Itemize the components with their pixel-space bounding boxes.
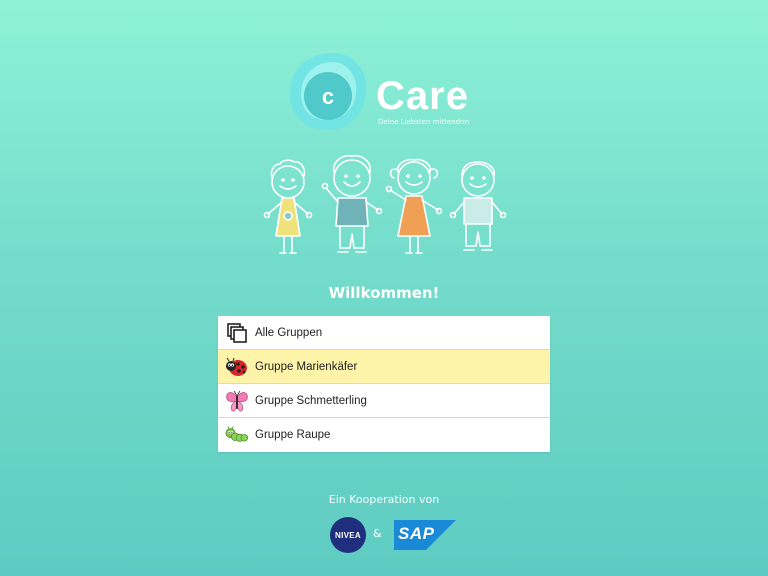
ampersand: & bbox=[373, 527, 382, 540]
group-label: Gruppe Marienkäfer bbox=[255, 360, 358, 373]
cooperation-text: Ein Kooperation von bbox=[328, 493, 440, 506]
ladybug-icon bbox=[225, 355, 249, 379]
group-item-raupe[interactable]: Gruppe Raupe bbox=[218, 418, 550, 452]
group-item-schmetterling[interactable]: Gruppe Schmetterling bbox=[218, 384, 550, 418]
app-tagline: Deine Liebsten mittendrin bbox=[378, 118, 470, 126]
group-label: Alle Gruppen bbox=[255, 326, 323, 339]
nivea-logo: NIVEA bbox=[330, 517, 366, 553]
boy-light-shirt-icon bbox=[449, 161, 507, 251]
boy-teal-shirt-icon bbox=[321, 154, 383, 253]
stack-icon bbox=[225, 321, 249, 345]
group-list: Alle Gruppen Gruppe Marienkäfer Gruppe S… bbox=[218, 316, 550, 452]
caterpillar-icon bbox=[225, 423, 249, 447]
group-label: Gruppe Schmetterling bbox=[255, 394, 367, 407]
partner-logos: NIVEA & SAP bbox=[330, 516, 460, 556]
care-logo-icon: c bbox=[289, 52, 367, 131]
group-item-marienkaefer[interactable]: Gruppe Marienkäfer bbox=[218, 350, 550, 384]
group-item-all[interactable]: Alle Gruppen bbox=[218, 316, 550, 350]
butterfly-icon bbox=[225, 389, 249, 413]
welcome-heading: Willkommen! bbox=[328, 284, 440, 302]
app-logo: c Care Deine Liebsten mittendrin bbox=[286, 50, 486, 135]
girl-orange-dress-icon bbox=[385, 158, 443, 254]
children-illustration bbox=[263, 154, 507, 254]
app-name: Care bbox=[376, 74, 469, 118]
girl-yellow-dress-icon bbox=[263, 159, 313, 254]
logo-letter: c bbox=[322, 84, 334, 109]
group-label: Gruppe Raupe bbox=[255, 429, 331, 441]
sap-logo-text: SAP bbox=[398, 524, 435, 543]
